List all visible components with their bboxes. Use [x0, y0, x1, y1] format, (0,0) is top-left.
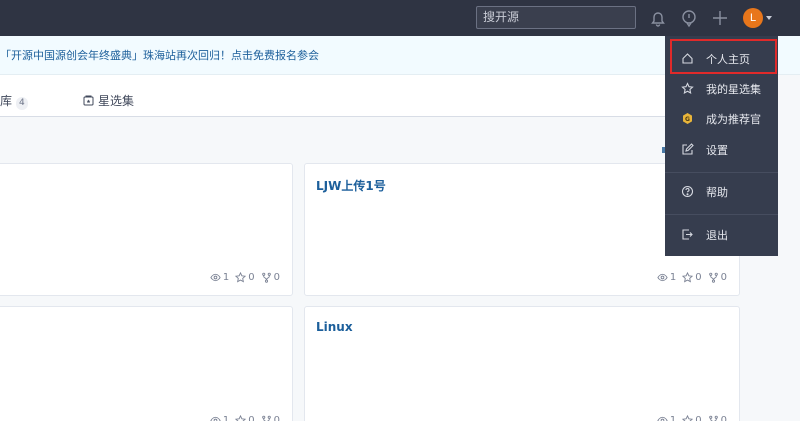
menu-item-logout[interactable]: 退出	[665, 220, 778, 250]
eye-icon	[210, 416, 221, 421]
lightbulb-icon[interactable]	[679, 8, 699, 28]
eye-icon	[657, 273, 668, 282]
plus-icon[interactable]	[710, 8, 730, 28]
announcement-link[interactable]: 「开源中国源创会年终盛典」珠海站再次回归！点击免费报名参会	[0, 47, 319, 63]
stars-stat: 0	[682, 272, 702, 283]
repo-stats: 1 0 0	[657, 415, 727, 421]
bell-icon[interactable]	[648, 8, 668, 28]
tab-label: 星选集	[98, 94, 135, 108]
badge-icon: G	[681, 112, 694, 125]
help-icon	[681, 185, 694, 198]
collection-icon	[83, 95, 94, 106]
views-stat: 1	[657, 415, 676, 421]
profile-tabs: 仓库4 星选集	[0, 75, 740, 117]
fork-icon	[261, 272, 271, 283]
selection-highlight	[670, 39, 777, 74]
views-stat: 1	[657, 272, 676, 283]
fork-icon	[708, 415, 718, 421]
repo-stats: 1 0 0	[657, 272, 727, 283]
star-icon	[682, 272, 694, 283]
star-icon	[682, 415, 694, 421]
views-stat: 1	[210, 415, 229, 421]
menu-item-settings[interactable]: 设置	[665, 135, 778, 165]
svg-text:G: G	[685, 116, 690, 123]
forks-stat: 0	[708, 272, 727, 283]
menu-divider	[665, 214, 778, 215]
stars-stat: 0	[682, 415, 702, 421]
menu-divider	[665, 172, 778, 173]
repo-title[interactable]: LJW上传1号	[316, 177, 386, 194]
forks-stat: 0	[261, 272, 280, 283]
tab-collections[interactable]: 星选集	[83, 92, 134, 109]
top-navbar: 搜开源 L	[0, 0, 800, 36]
search-input[interactable]: 搜开源	[476, 6, 636, 29]
repo-stats: 1 0 0	[210, 415, 280, 421]
edit-icon	[681, 143, 694, 156]
tab-repositories[interactable]: 仓库4	[0, 92, 28, 110]
menu-item-help[interactable]: 帮助	[665, 177, 778, 207]
repo-card[interactable]: 1 0 0	[0, 163, 293, 296]
stars-stat: 0	[235, 272, 255, 283]
repo-stats: 1 0 0	[210, 272, 280, 283]
logout-icon	[681, 228, 694, 241]
eye-icon	[657, 416, 668, 421]
views-stat: 1	[210, 272, 229, 283]
forks-stat: 0	[708, 415, 727, 421]
repo-card[interactable]: 1 0 0	[0, 306, 293, 421]
fork-icon	[261, 415, 271, 421]
eye-icon	[210, 273, 221, 282]
repo-count-badge: 4	[16, 97, 28, 110]
repo-card[interactable]: Linux 1 0 0	[304, 306, 740, 421]
star-icon	[235, 415, 247, 421]
star-icon	[681, 82, 694, 95]
forks-stat: 0	[261, 415, 280, 421]
star-icon	[235, 272, 247, 283]
menu-item-my-collections[interactable]: 我的星选集	[665, 74, 778, 104]
stars-stat: 0	[235, 415, 255, 421]
fork-icon	[708, 272, 718, 283]
menu-item-recommender[interactable]: G 成为推荐官	[665, 104, 778, 134]
tab-label: 仓库	[0, 94, 13, 108]
repo-title[interactable]: Linux	[316, 320, 353, 334]
avatar[interactable]: L	[743, 8, 763, 28]
chevron-down-icon[interactable]	[766, 16, 772, 20]
